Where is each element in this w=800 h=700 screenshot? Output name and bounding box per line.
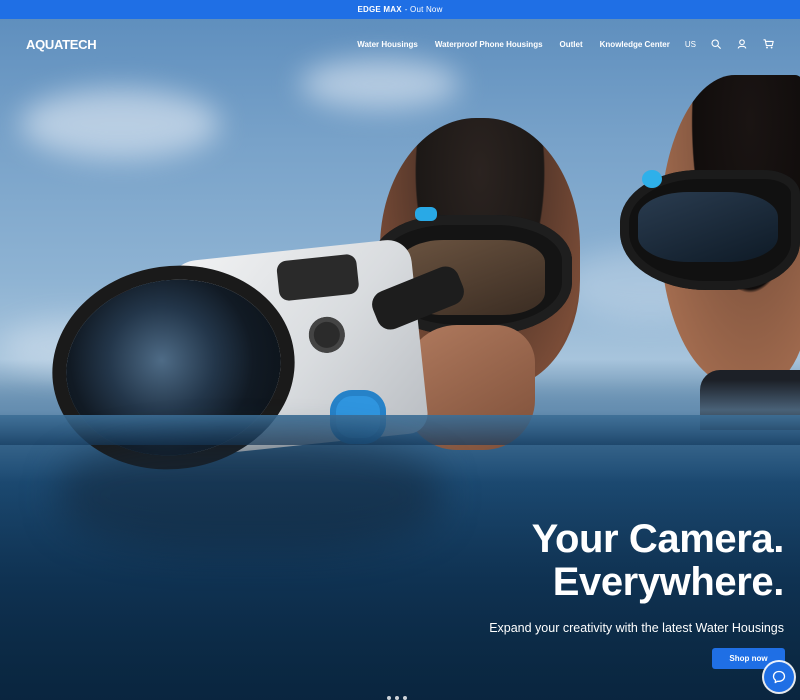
snorkel-clip bbox=[415, 207, 437, 221]
announcement-highlight: EDGE MAX bbox=[357, 5, 402, 14]
housing-hatch bbox=[275, 253, 360, 302]
hero-headline-line2: Everywhere. bbox=[552, 560, 785, 604]
site-header: AQUATECH Water Housings Waterproof Phone… bbox=[0, 19, 800, 69]
housing-dial bbox=[307, 315, 347, 355]
nav-outlet[interactable]: Outlet bbox=[560, 40, 583, 49]
nav-waterproof-phone-housings[interactable]: Waterproof Phone Housings bbox=[435, 40, 543, 49]
slider-dots[interactable] bbox=[387, 696, 407, 700]
slider-dot[interactable] bbox=[387, 696, 391, 700]
water-surface bbox=[0, 415, 800, 445]
nav-knowledge-center[interactable]: Knowledge Center bbox=[600, 40, 670, 49]
snorkel-clip bbox=[642, 170, 662, 188]
diver-right-mask bbox=[620, 170, 800, 290]
search-icon[interactable] bbox=[710, 38, 722, 50]
chat-icon[interactable] bbox=[764, 662, 794, 692]
announcement-bar[interactable]: EDGE MAX - Out Now bbox=[0, 0, 800, 19]
site-logo[interactable]: AQUATECH bbox=[26, 37, 97, 52]
locale-selector[interactable]: US bbox=[685, 40, 696, 49]
nav-water-housings[interactable]: Water Housings bbox=[357, 40, 418, 49]
cart-icon[interactable] bbox=[762, 38, 774, 50]
main-nav: Water Housings Waterproof Phone Housings… bbox=[340, 38, 774, 50]
hero-headline-line1: Your Camera. bbox=[531, 517, 785, 561]
cloud bbox=[20, 89, 220, 159]
hero-headline: Your Camera. Everywhere. bbox=[531, 517, 785, 604]
slider-dot[interactable] bbox=[403, 696, 407, 700]
hero-subtext: Expand your creativity with the latest W… bbox=[489, 621, 784, 635]
announcement-text: - Out Now bbox=[404, 5, 443, 14]
slider-dot[interactable] bbox=[395, 696, 399, 700]
mask-lens bbox=[638, 192, 778, 262]
account-icon[interactable] bbox=[736, 38, 748, 50]
